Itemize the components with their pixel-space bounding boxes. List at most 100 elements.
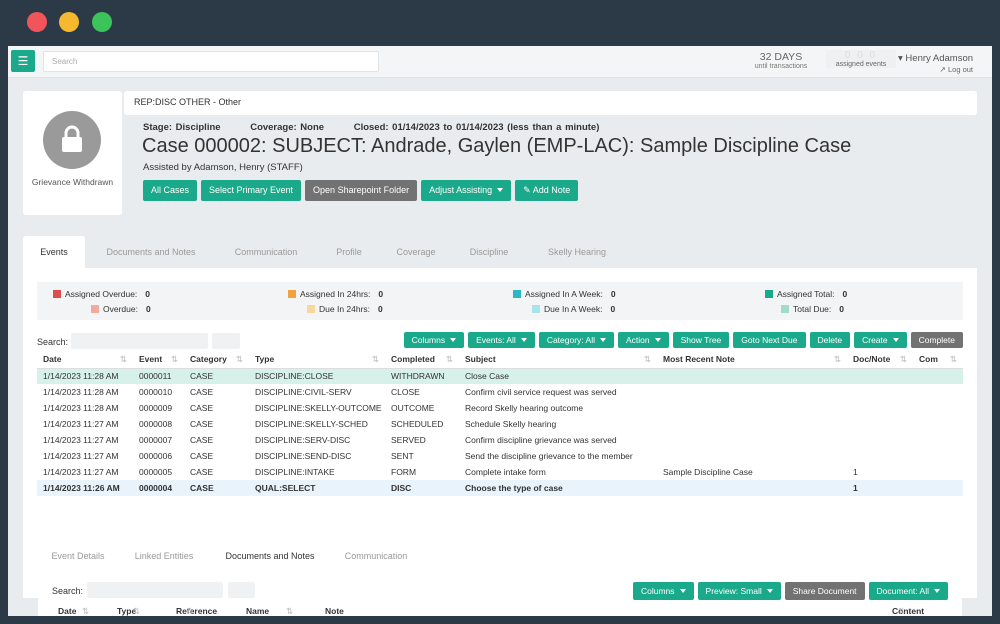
- tab-event-details[interactable]: Event Details: [38, 544, 118, 568]
- table-row[interactable]: 1/14/2023 11:28 AM 0000009 CASE DISCIPLINE:…: [37, 400, 963, 416]
- cell: [657, 416, 847, 432]
- col-type[interactable]: Type ⇅: [249, 352, 385, 369]
- preview-label: Preview: Small: [705, 586, 762, 596]
- doc-columns-button[interactable]: Columns: [632, 582, 694, 600]
- tab-linked-entities[interactable]: Linked Entities: [122, 544, 206, 568]
- stat-assigned-total[interactable]: Assigned Total: 0: [765, 289, 847, 299]
- action-button[interactable]: Action: [618, 332, 669, 348]
- case-closed: Closed: 01/14/2023 to 01/14/2023 (less t…: [353, 122, 600, 133]
- table-row[interactable]: 1/14/2023 11:27 AM 0000007 CASE DISCIPLINE:…: [37, 432, 963, 448]
- cell: [657, 368, 847, 384]
- cell: CASE: [184, 368, 249, 384]
- col-date[interactable]: Date ⇅: [37, 352, 133, 369]
- col-most-recent-note[interactable]: Most Recent Note ⇅: [657, 352, 847, 369]
- goto-next-due-button[interactable]: Goto Next Due: [733, 332, 806, 348]
- table-row[interactable]: 1/14/2023 11:28 AM 0000011 CASE DISCIPLINE:…: [37, 368, 963, 384]
- create-button[interactable]: Create: [854, 332, 907, 348]
- show-tree-button[interactable]: Show Tree: [672, 332, 730, 348]
- share-document-button[interactable]: Share Document: [784, 582, 865, 600]
- pink-square-icon: [91, 305, 99, 313]
- caret-down-icon: [450, 338, 457, 342]
- stat-assigned-overdue[interactable]: Assigned Overdue: 0: [53, 289, 150, 299]
- tab-skelly-hearing[interactable]: Skelly Hearing: [535, 236, 619, 268]
- cell: [913, 480, 963, 496]
- events-filter-button[interactable]: Events: All: [468, 332, 535, 348]
- hamburger-menu-icon[interactable]: ☰: [11, 50, 35, 72]
- case-actions: All Cases Select Primary Event Open Shar…: [143, 180, 579, 201]
- tab-communication[interactable]: Communication: [219, 236, 313, 268]
- preview-size-button[interactable]: Preview: Small: [697, 582, 781, 600]
- stat-assigned-week[interactable]: Assigned In A Week: 0: [513, 289, 616, 299]
- col-label: Doc/Note: [853, 354, 891, 365]
- col-com[interactable]: Com ⇅: [913, 352, 963, 369]
- table-row[interactable]: 1/14/2023 11:26 AM 0000004 CASE QUAL:SELECT…: [37, 480, 963, 496]
- col-label: Note: [325, 606, 344, 616]
- cell: [847, 432, 913, 448]
- cell: [657, 384, 847, 400]
- all-cases-button[interactable]: All Cases: [143, 180, 198, 201]
- table-row[interactable]: 1/14/2023 11:27 AM 0000006 CASE DISCIPLINE:…: [37, 448, 963, 464]
- delete-button[interactable]: Delete: [809, 332, 851, 348]
- cell: Complete intake form: [465, 467, 546, 477]
- col-completed[interactable]: Completed ⇅: [385, 352, 459, 369]
- stat-total-due[interactable]: Total Due: 0: [781, 304, 844, 314]
- col-doc-note[interactable]: Doc/Note ⇅: [847, 352, 913, 369]
- app-screen: ☰ Search 32 DAYS until transactions 0 0 …: [8, 46, 992, 616]
- stat-due-week[interactable]: Due In A Week: 0: [532, 304, 615, 314]
- cell: Record Skelly hearing outcome: [465, 403, 584, 413]
- stat-due-24hrs[interactable]: Due In 24hrs: 0: [307, 304, 383, 314]
- maximize-window-dot[interactable]: [92, 12, 112, 32]
- stat-value: 0: [378, 289, 384, 299]
- global-search-input[interactable]: Search: [43, 51, 379, 72]
- cell: [847, 448, 913, 464]
- complete-button[interactable]: Complete: [910, 332, 963, 348]
- search-go-button[interactable]: [212, 333, 240, 349]
- cell: CASE: [190, 387, 214, 397]
- case-meta: Stage: Discipline Coverage: None Closed:…: [143, 122, 625, 133]
- adjust-assisting-button[interactable]: Adjust Assisting: [421, 180, 512, 201]
- cell: DISCIPLINE:SKELLY-OUTCOME: [255, 403, 382, 413]
- stat-overdue[interactable]: Overdue: 0: [91, 304, 151, 314]
- category-filter-button[interactable]: Category: All: [538, 332, 615, 348]
- page-title: Case 000002: SUBJECT: Andrade, Gaylen (E…: [142, 135, 852, 157]
- tab-discipline[interactable]: Discipline: [461, 236, 517, 268]
- tab-events[interactable]: Events: [23, 236, 85, 268]
- select-primary-event-button[interactable]: Select Primary Event: [201, 180, 302, 201]
- logout-link[interactable]: Log out: [948, 65, 973, 74]
- tab-documents-and-notes[interactable]: Documents and Notes: [91, 236, 211, 268]
- document-filter-button[interactable]: Document: All: [868, 582, 948, 600]
- cell: 1: [853, 467, 858, 477]
- events-search-input[interactable]: [71, 333, 208, 349]
- assigned-events-counter[interactable]: 0 0 0 assigned events: [826, 50, 896, 68]
- case-tabs: Events Documents and Notes Communication…: [23, 236, 977, 268]
- cell: CASE: [184, 480, 249, 496]
- caret-down-icon: [654, 338, 661, 342]
- user-menu[interactable]: ▾ Henry Adamson ↗ Log out: [898, 53, 973, 74]
- add-note-button[interactable]: ✎ Add Note: [515, 180, 579, 201]
- assigned-boxes: 0 0 0: [844, 50, 878, 61]
- close-window-dot[interactable]: [27, 12, 47, 32]
- tab-communication-detail[interactable]: Communication: [336, 544, 416, 568]
- table-row[interactable]: 1/14/2023 11:28 AM 0000010 CASE DISCIPLINE:…: [37, 384, 963, 400]
- tab-documents-and-notes-detail[interactable]: Documents and Notes: [210, 544, 330, 568]
- open-sharepoint-button[interactable]: Open Sharepoint Folder: [305, 180, 418, 201]
- col-subject[interactable]: Subject ⇅: [459, 352, 657, 369]
- tab-profile[interactable]: Profile: [323, 236, 375, 268]
- columns-button[interactable]: Columns: [403, 332, 465, 348]
- col-category[interactable]: Category ⇅: [184, 352, 249, 369]
- documents-search-input[interactable]: [87, 582, 223, 598]
- toolbar-buttons: Columns Events: All Category: All Action…: [403, 332, 963, 348]
- stat-value: 0: [610, 289, 616, 299]
- search-go-button[interactable]: [228, 582, 255, 598]
- cell: 0000007: [139, 435, 173, 445]
- sort-icon: ⇅: [170, 354, 178, 365]
- table-row[interactable]: 1/14/2023 11:27 AM 0000005 CASE DISCIPLINE:…: [37, 464, 963, 480]
- cell: [913, 464, 963, 480]
- minimize-window-dot[interactable]: [59, 12, 79, 32]
- table-row[interactable]: 1/14/2023 11:27 AM 0000008 CASE DISCIPLINE:…: [37, 416, 963, 432]
- stat-label: Due In A Week:: [544, 304, 603, 314]
- stat-assigned-24hrs[interactable]: Assigned In 24hrs: 0: [288, 289, 383, 299]
- cell: DISC: [385, 480, 459, 496]
- tab-coverage[interactable]: Coverage: [387, 236, 445, 268]
- col-event[interactable]: Event ⇅: [133, 352, 184, 369]
